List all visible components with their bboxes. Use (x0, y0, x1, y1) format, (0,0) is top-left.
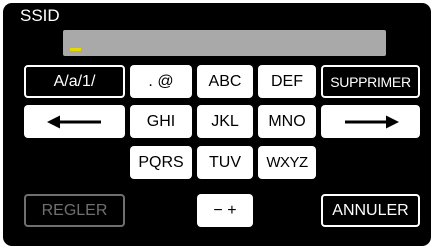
cursor-right-button[interactable] (321, 105, 420, 138)
key-punctuation[interactable]: . @ (130, 65, 192, 98)
arrow-right-icon (344, 115, 399, 128)
key-abc[interactable]: ABC (197, 65, 253, 98)
cancel-button[interactable]: ANNULER (321, 194, 420, 227)
key-pqrs[interactable]: PQRS (130, 146, 192, 179)
key-mno[interactable]: MNO (258, 105, 316, 138)
delete-button[interactable]: SUPPRIMER (321, 65, 420, 98)
key-ghi[interactable]: GHI (130, 105, 192, 138)
mode-switch-button[interactable]: A/a/1/ (24, 65, 125, 98)
key-minus-plus[interactable]: − + (197, 194, 253, 227)
key-wxyz[interactable]: WXYZ (258, 146, 316, 179)
keyboard-screen: SSID A/a/1/ . @ ABC DEF SUPPRIMER GHI JK… (3, 3, 431, 246)
field-title: SSID (20, 6, 60, 25)
key-tuv[interactable]: TUV (197, 146, 253, 179)
cursor-left-button[interactable] (24, 105, 125, 138)
set-button: REGLER (24, 194, 125, 227)
key-jkl[interactable]: JKL (197, 105, 253, 138)
key-def[interactable]: DEF (258, 65, 316, 98)
ssid-input[interactable] (63, 30, 386, 56)
arrow-left-icon (46, 115, 101, 128)
text-cursor (70, 48, 81, 51)
